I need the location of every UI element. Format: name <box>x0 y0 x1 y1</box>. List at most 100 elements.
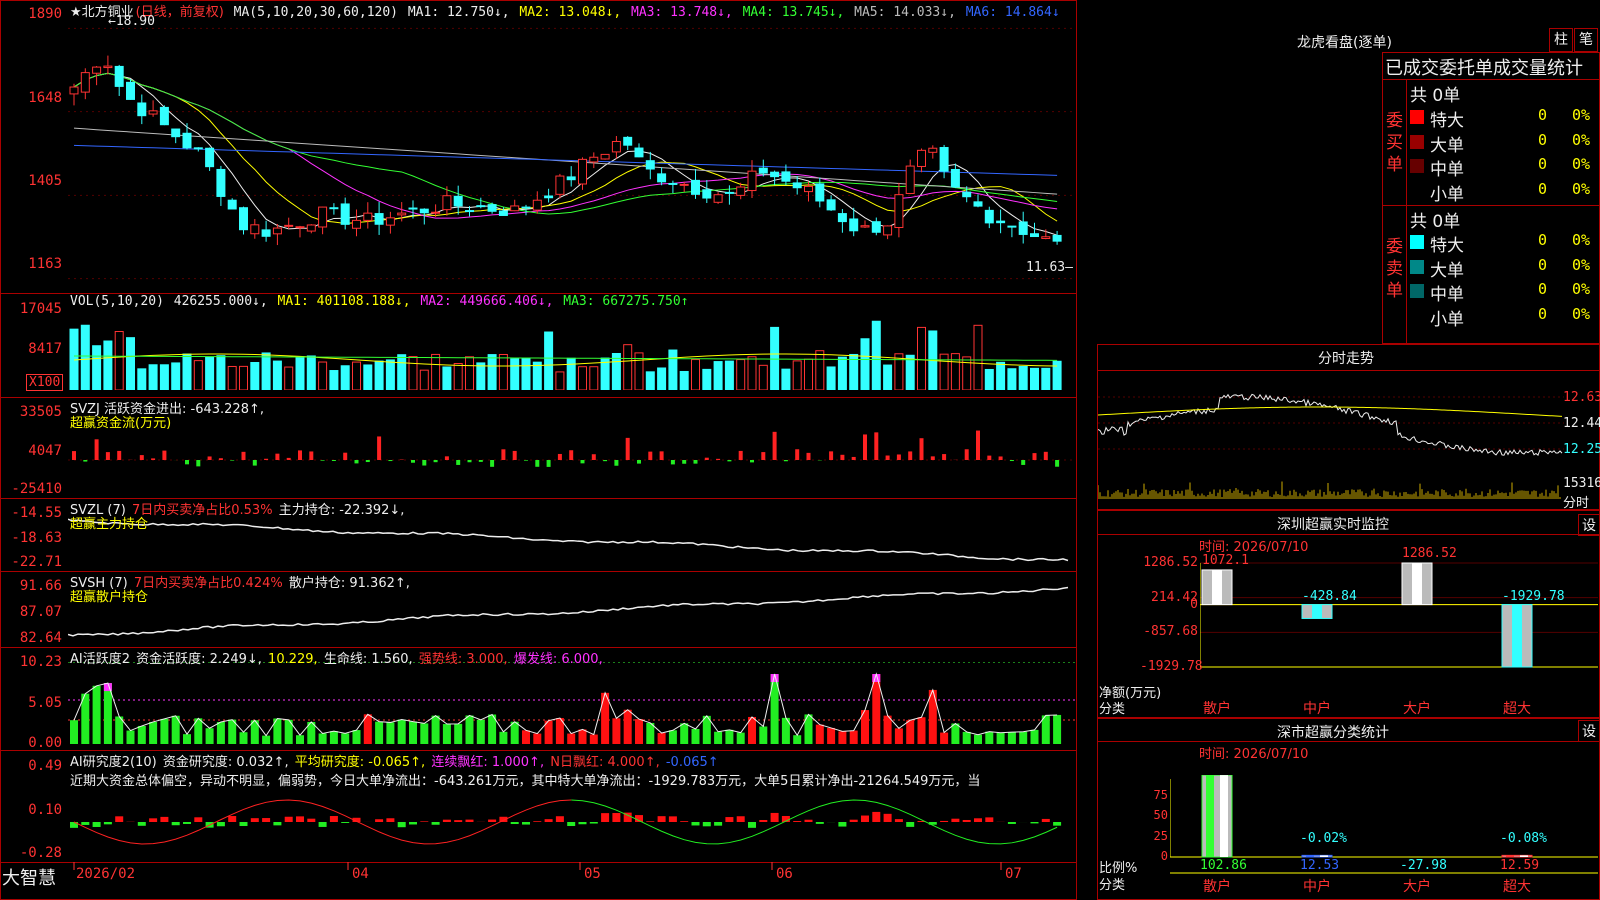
research-bar-pos <box>872 811 881 822</box>
candle <box>216 165 226 206</box>
candle <box>928 145 938 159</box>
class-category: 大户 <box>1403 879 1431 895</box>
monitor-settings-button[interactable]: 设 <box>1578 514 1600 536</box>
bar-stripe <box>1306 855 1314 857</box>
volume-bar <box>962 356 972 390</box>
candle <box>679 181 689 192</box>
volume-bar <box>950 353 960 390</box>
main-force-holding-chart[interactable] <box>68 512 1076 568</box>
candle-body <box>1041 236 1051 239</box>
volume-bar <box>555 371 565 390</box>
volume-bar <box>645 371 655 390</box>
activity-bar <box>736 732 745 744</box>
volume-bar <box>431 353 441 390</box>
activity-bar <box>849 730 858 744</box>
ai-activity-chart[interactable] <box>68 662 1076 748</box>
fenshi-vol-label: 15316 <box>1563 476 1600 491</box>
flow-bar-out <box>524 460 528 461</box>
intraday-chart[interactable] <box>1098 371 1564 509</box>
flow-bar-out <box>637 460 641 464</box>
tab-zhu[interactable]: 柱 <box>1549 28 1573 52</box>
candle-body <box>645 160 655 170</box>
research-bar-neg <box>906 822 915 827</box>
svsh-sub: 超赢散户持仓 <box>70 590 149 605</box>
volume-bar <box>216 355 226 390</box>
monitor-category: 大户 <box>1403 701 1431 717</box>
volume-bar <box>578 366 587 390</box>
svzj-ytick-2: 4047 <box>28 443 62 459</box>
candle <box>126 79 135 100</box>
candle <box>837 209 847 233</box>
candle <box>566 166 576 187</box>
volume-bar <box>453 363 463 390</box>
candlestick-chart[interactable] <box>68 18 1076 290</box>
flow-bar-in <box>659 451 664 460</box>
volume-bar <box>250 362 260 390</box>
research-bar-pos <box>555 816 564 822</box>
candle-body <box>498 210 508 216</box>
volume-chart[interactable] <box>68 310 1076 390</box>
volume-bar <box>973 324 983 390</box>
monitor-bar-chart[interactable] <box>1200 555 1598 685</box>
flow-bar-out <box>354 460 359 464</box>
main-ytick-2: 1648 <box>28 90 62 106</box>
aires-c: 连续飘红: 1.000↑, <box>431 755 545 770</box>
research-bar-pos <box>250 818 259 822</box>
research-bar-pos <box>646 821 655 822</box>
volume-bar <box>781 368 791 390</box>
volume-bar <box>239 365 248 390</box>
candle-body <box>578 158 587 185</box>
flow-bar-out <box>83 460 88 462</box>
retail-holding-chart[interactable] <box>68 585 1076 645</box>
research-bar-pos <box>375 819 384 822</box>
divider <box>1097 534 1600 535</box>
volume-bar <box>623 344 633 390</box>
flow-bar-out <box>185 460 189 465</box>
flow-bar-out <box>478 460 483 462</box>
candle <box>284 217 294 230</box>
candle-body <box>80 72 90 93</box>
candle-body <box>103 65 113 69</box>
fund-flow-chart[interactable] <box>68 424 1076 496</box>
candle-body <box>600 153 610 160</box>
flow-bar-in <box>275 453 280 460</box>
buy-row-value: 0 <box>1538 179 1548 198</box>
activity-bar <box>567 733 576 744</box>
class-settings-button[interactable]: 设 <box>1578 720 1600 742</box>
research-bar-pos <box>770 812 779 822</box>
candle <box>996 209 1006 234</box>
sell-row-pct: 0% <box>1572 280 1591 298</box>
tab-bi[interactable]: 笔 <box>1574 28 1598 52</box>
svsh-ratio: 7日内买卖净占比0.424% <box>133 576 283 591</box>
ai-research-chart[interactable] <box>68 790 1076 862</box>
low-price-label: 11.63— <box>1026 260 1073 275</box>
sell-side-label: 委卖单 <box>1386 237 1403 301</box>
divider <box>1382 79 1600 80</box>
svzj-ytick-3: -25410 <box>11 481 62 497</box>
research-bar-pos <box>940 820 949 822</box>
buy-color-swatch <box>1410 110 1424 124</box>
candle <box>306 224 316 234</box>
buy-row-name: 小单 <box>1430 184 1464 205</box>
candle <box>668 180 678 194</box>
flow-bar-in <box>795 449 800 460</box>
research-bar-neg <box>1007 822 1016 824</box>
buy-row-pct: 0% <box>1572 130 1591 149</box>
candle-body <box>532 199 542 211</box>
volume-bar <box>92 345 102 390</box>
volume-bar <box>521 357 531 390</box>
candle <box>691 168 700 199</box>
candle-body <box>352 219 361 229</box>
vol-ytick-1: 17045 <box>19 301 62 317</box>
flow-bar-out <box>614 460 619 466</box>
class-time: 时间: 2026/07/10 <box>1199 747 1309 762</box>
research-bar-pos <box>861 815 869 822</box>
ai2-e: 爆发线: 6.000, <box>513 652 603 667</box>
activity-bar <box>126 730 135 744</box>
candle <box>272 223 282 246</box>
candle-body <box>634 147 644 158</box>
research-line <box>571 799 1058 845</box>
lhb-title: 龙虎看盘(逐单) <box>1297 35 1392 51</box>
candle-body <box>159 106 169 126</box>
activity-bar <box>160 718 169 744</box>
